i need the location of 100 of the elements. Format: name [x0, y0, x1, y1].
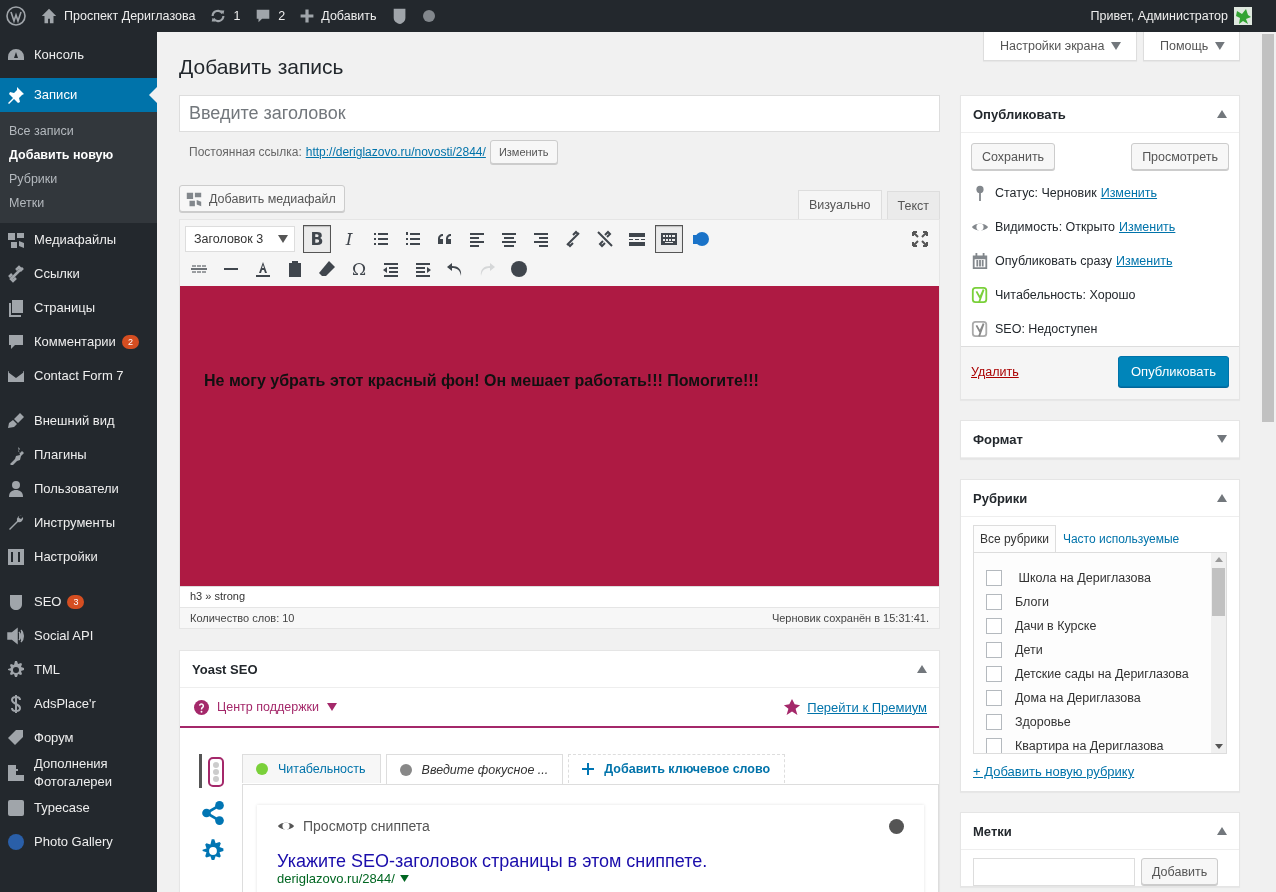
menu-item[interactable]: SEO 3 — [0, 585, 157, 619]
add-keyword-tab[interactable]: Добавить ключевое слово — [568, 754, 786, 783]
category-label: Дома на Дериглазова — [1015, 691, 1141, 705]
submenu-item[interactable]: Добавить новую — [0, 143, 157, 167]
add-category-link[interactable]: + Добавить новую рубрику — [973, 764, 1135, 779]
permalink-url[interactable]: http://deriglazovo.ru/novosti/2844/ — [305, 145, 486, 159]
star-icon — [783, 698, 802, 716]
new-content-link[interactable]: Добавить — [299, 8, 377, 24]
menu-item[interactable]: Photo Gallery — [0, 825, 157, 859]
menu-item[interactable]: Настройки — [0, 540, 157, 574]
analysis-tab[interactable]: Введите фокусное ... — [385, 754, 564, 784]
menu-item[interactable]: Ссылки — [0, 257, 157, 291]
menu-label: Медиафайлы — [34, 231, 117, 249]
add-tag-button[interactable]: Добавить — [1141, 858, 1219, 885]
checkbox[interactable] — [986, 642, 1002, 658]
title-field[interactable]: Введите заголовок — [179, 95, 940, 132]
checkbox[interactable] — [986, 690, 1002, 706]
premium-link[interactable]: Перейти к Премиум — [807, 699, 927, 715]
checkbox[interactable] — [986, 666, 1002, 682]
menu-label: AdsPlace'r — [34, 695, 96, 713]
category-label: Квартира на Дериглазова — [1015, 739, 1164, 753]
snippet-title[interactable]: Укажите SEO-заголовок страницы в этом сниппете. — [277, 851, 904, 871]
account-link[interactable]: Привет, Администратор — [1090, 9, 1228, 23]
checkbox[interactable] — [986, 738, 1002, 753]
menu-label: Дополнения Фотогалереи — [34, 755, 114, 791]
checkbox[interactable] — [986, 618, 1002, 634]
format-select[interactable]: Заголовок 3 — [185, 226, 295, 252]
edit-link[interactable]: Изменить — [1116, 254, 1173, 268]
toggle-icon[interactable] — [1217, 827, 1227, 835]
comments-link[interactable]: 2 — [254, 7, 286, 25]
editor-tab[interactable]: Визуально — [797, 190, 882, 219]
toolbar-button[interactable]: Ω — [345, 255, 373, 283]
menu-label: Комментарии — [34, 333, 116, 351]
menu-item[interactable]: Дополнения Фотогалереи — [0, 755, 157, 791]
checkbox[interactable] — [986, 594, 1002, 610]
checkbox[interactable] — [986, 714, 1002, 730]
category-label: Блоги — [1015, 595, 1049, 609]
menu-item[interactable]: Медиафайлы — [0, 223, 157, 257]
scroll-thumb[interactable] — [1212, 568, 1225, 616]
publish-setting: Статус: Черновик — [995, 186, 1097, 200]
avatar-icon[interactable] — [1234, 7, 1252, 25]
scroll-thumb[interactable] — [1262, 34, 1274, 422]
add-media-button[interactable]: Добавить медиафайл — [179, 185, 345, 212]
keyboard-icon[interactable] — [655, 225, 683, 253]
tag-icon — [6, 728, 26, 748]
toggle-icon[interactable] — [1217, 435, 1227, 443]
screen-tab[interactable]: Помощь — [1143, 32, 1240, 61]
save-draft-button[interactable]: Сохранить — [971, 143, 1056, 170]
submenu-item[interactable]: Рубрики — [0, 167, 157, 191]
menu-item[interactable]: AdsPlace'r — [0, 687, 157, 721]
menu-item[interactable]: Плагины — [0, 438, 157, 472]
updates-link[interactable]: 1 — [209, 7, 241, 25]
preview-button[interactable]: Просмотреть — [1131, 143, 1229, 170]
menu-item[interactable]: Инструменты — [0, 506, 157, 540]
fullscreen-icon[interactable] — [910, 229, 930, 249]
menu-item[interactable]: Contact Form 7 — [0, 359, 157, 393]
publish-setting: Читабельность: Хорошо — [995, 288, 1136, 302]
category-tab[interactable]: Часто используемые — [1055, 525, 1187, 552]
scroll-down-icon[interactable] — [1214, 744, 1223, 749]
help-center-link[interactable]: Центр поддержки — [194, 699, 337, 715]
site-name: Проспект Дериглазова — [64, 9, 196, 23]
category-label: Дети — [1015, 643, 1043, 657]
category-tab[interactable]: Все рубрики — [973, 525, 1056, 552]
menu-item[interactable]: Записи — [0, 78, 157, 112]
menu-item[interactable]: Social API — [0, 619, 157, 653]
toggle-icon[interactable] — [1217, 110, 1227, 118]
menu-item[interactable]: Пользователи — [0, 472, 157, 506]
toolbar-button[interactable]: I — [335, 225, 363, 253]
analysis-tab[interactable]: Читабельность — [242, 754, 381, 783]
menu-item[interactable]: Typecase — [0, 791, 157, 825]
checkbox[interactable] — [986, 570, 1002, 586]
editor-tab[interactable]: Текст — [886, 191, 940, 219]
menu-item[interactable]: Форум — [0, 721, 157, 755]
edit-link[interactable]: Изменить — [1100, 186, 1158, 200]
toggle-icon[interactable] — [917, 665, 927, 673]
publish-button[interactable]: Опубликовать — [1118, 356, 1229, 387]
edit-permalink-button[interactable]: Изменить — [489, 140, 558, 164]
submenu-item[interactable]: Все записи — [0, 119, 157, 143]
screen-tab[interactable]: Настройки экрана — [983, 32, 1137, 61]
site-link[interactable]: Проспект Дериглазова — [40, 7, 196, 25]
menu-item[interactable]: Консоль — [0, 38, 157, 72]
tag-field[interactable] — [973, 858, 1135, 886]
menu-item[interactable]: Страницы — [0, 291, 157, 325]
menu-label: TML — [34, 661, 60, 679]
yoast-logo-icon — [971, 286, 989, 304]
menu-item[interactable]: Комментарии 2 — [0, 325, 157, 359]
caret-icon — [399, 875, 409, 882]
toggle-icon[interactable] — [1217, 494, 1227, 502]
edit-link[interactable]: Изменить — [1118, 220, 1176, 234]
menu-item[interactable]: TML — [0, 653, 157, 687]
publish-setting: Видимость: Открыто — [995, 220, 1115, 234]
menu-label: Пользователи — [34, 480, 119, 498]
toolbar-button[interactable]: B — [303, 225, 331, 253]
share-icon[interactable] — [200, 800, 226, 826]
scrollbar[interactable] — [1211, 553, 1226, 753]
submenu-item[interactable]: Метки — [0, 191, 157, 215]
menu-item[interactable]: Внешний вид — [0, 404, 157, 438]
wordpress-logo-icon[interactable] — [6, 6, 26, 26]
pages-icon — [6, 298, 26, 318]
delete-link[interactable]: Удалить — [971, 364, 1019, 379]
